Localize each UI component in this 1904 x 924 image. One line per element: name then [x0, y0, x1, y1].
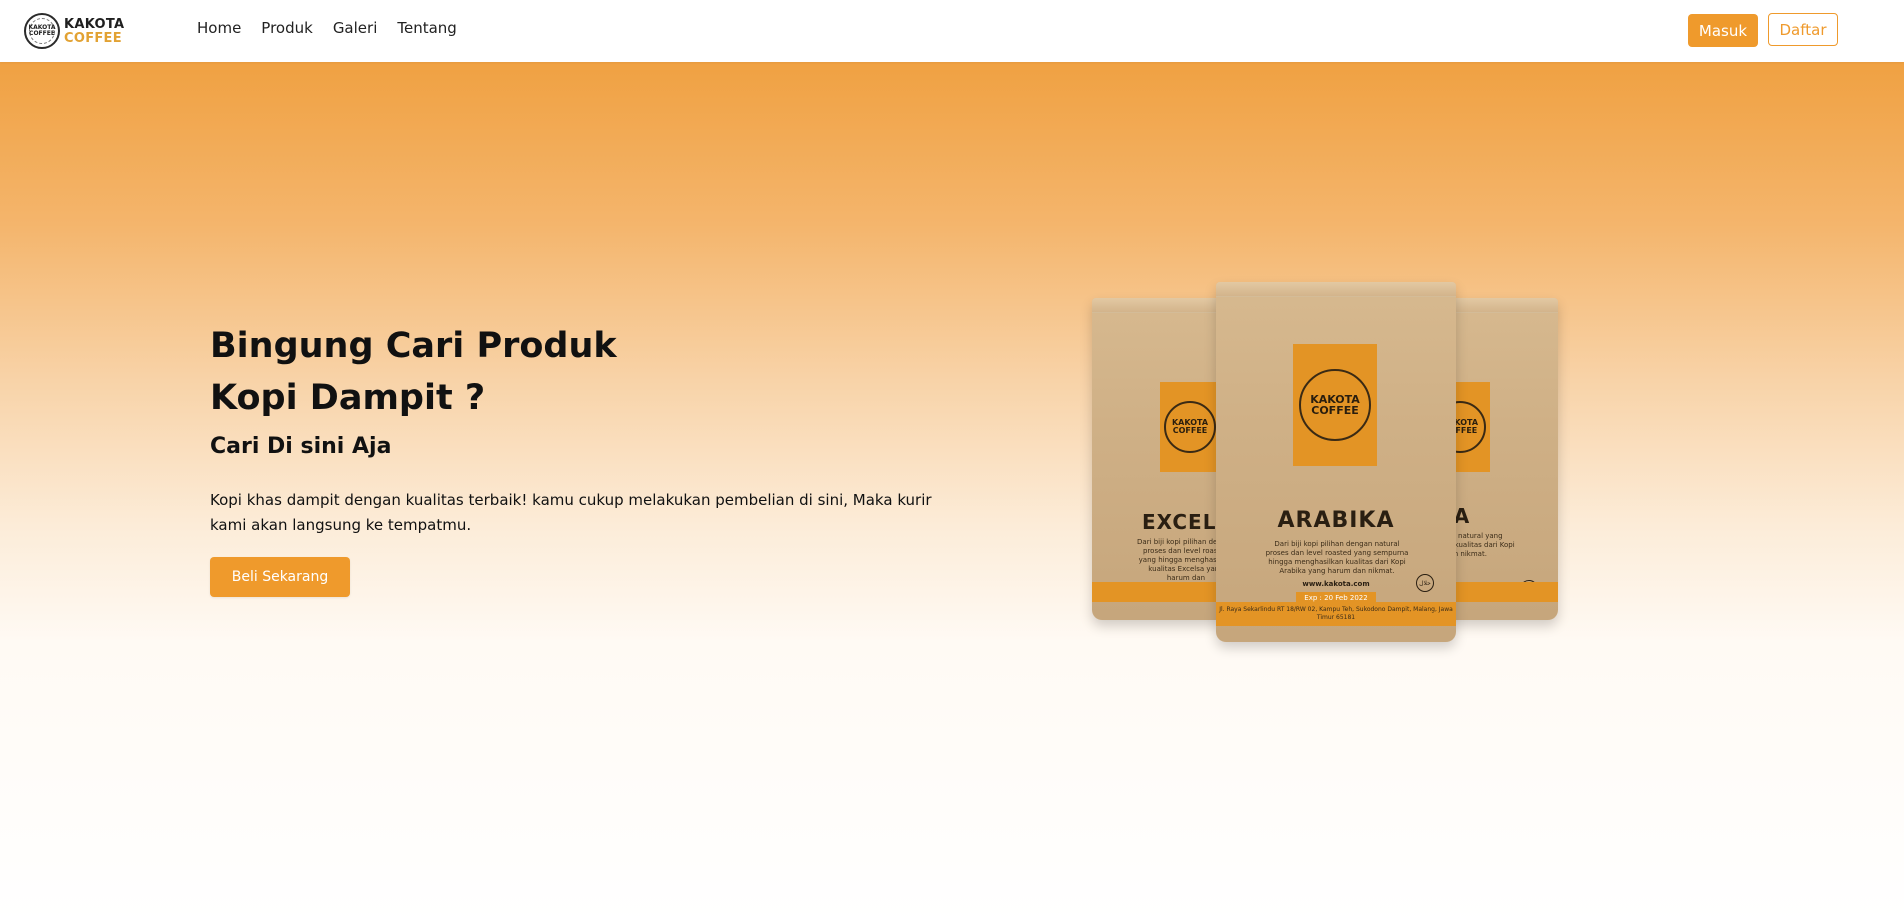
hero-description: Kopi khas dampit dengan kualitas terbaik…: [210, 491, 932, 534]
nav-item-home[interactable]: Home: [197, 19, 241, 37]
hero-subheading: Cari Di sini Aja: [210, 434, 392, 459]
nav-item-tentang[interactable]: Tentang: [397, 19, 456, 37]
bag-label: KAKOTA COFFEE: [1293, 344, 1377, 466]
coffee-seal-icon: KAKOTA COFFEE: [1164, 401, 1216, 453]
bag-label: KAKOTA COFFEE: [1160, 382, 1220, 472]
hero-fade: [0, 642, 1904, 924]
bag-address: Jl. Raya Sekarlindu RT 18/RW 02, Kampu T…: [1219, 606, 1453, 621]
brand-name-line2: COFFEE: [64, 30, 122, 46]
brand-name-line1: KAKOTA: [64, 16, 125, 32]
halal-icon: حلال: [1416, 574, 1434, 592]
brand-badge-text: KAKOTA COFFEE: [28, 24, 56, 37]
register-button[interactable]: Daftar: [1768, 13, 1838, 46]
coffee-badge-icon: KAKOTA COFFEE: [24, 13, 60, 49]
coffee-seal-icon: KAKOTA COFFEE: [1299, 369, 1371, 441]
hero-headline: Bingung Cari Produk Kopi Dampit ?: [210, 320, 617, 424]
navbar: KAKOTA COFFEE KAKOTA COFFEE Home Produk …: [0, 0, 1904, 62]
nav-item-galeri[interactable]: Galeri: [333, 19, 378, 37]
coffee-bags-image: KAKOTA COFFEE EXCELS Dari biji kopi pili…: [1086, 276, 1566, 652]
hero-headline-line2: Kopi Dampit ?: [210, 378, 486, 418]
buy-now-button[interactable]: Beli Sekarang: [210, 557, 350, 597]
login-button[interactable]: Masuk: [1688, 14, 1758, 47]
nav-item-produk[interactable]: Produk: [261, 19, 313, 37]
bag-name-arabika: ARABIKA: [1277, 508, 1395, 533]
main-nav: Home Produk Galeri Tentang: [197, 19, 457, 37]
bag-description: Dari biji kopi pilihan dengan natural pr…: [1265, 540, 1409, 575]
hero-headline-line1: Bingung Cari Produk: [210, 326, 617, 366]
brand-wordmark: KAKOTA COFFEE: [64, 18, 124, 45]
page: KAKOTA COFFEE KAKOTA COFFEE Home Produk …: [0, 0, 1904, 924]
coffee-bag-arabika: KAKOTA COFFEE ARABIKA Dari biji kopi pil…: [1216, 282, 1456, 642]
brand-logo[interactable]: KAKOTA COFFEE KAKOTA COFFEE: [24, 6, 124, 56]
